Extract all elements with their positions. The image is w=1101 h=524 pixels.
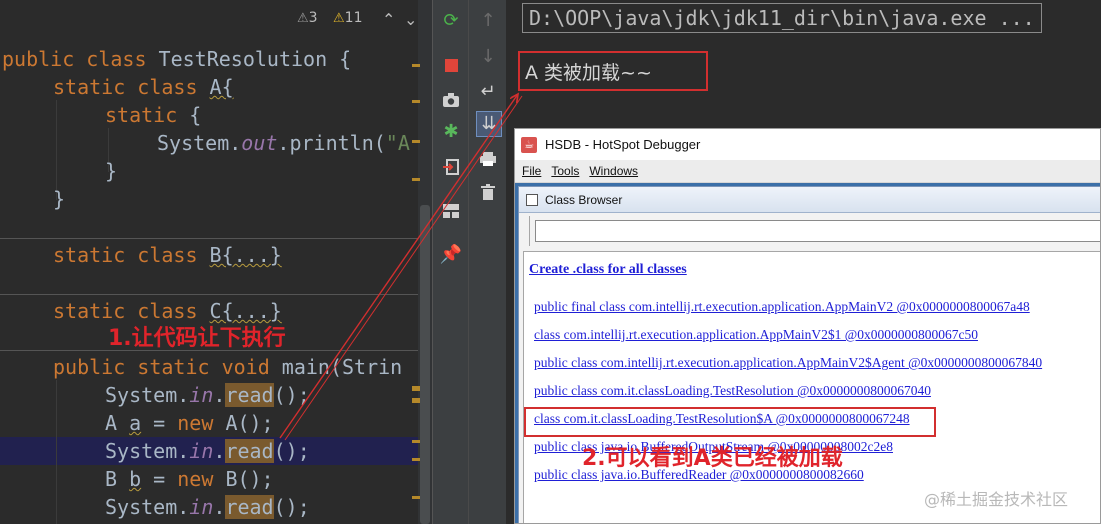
chevron-up-icon[interactable]: ⌃ [382,10,395,29]
trash-icon[interactable] [476,180,500,204]
menu-windows[interactable]: Windows [589,164,638,178]
editor-inspection-bar: ⚠3 ⚠11 ⌃ ⌄ [0,0,432,36]
error-stripe-marker[interactable] [412,178,420,181]
class-browser-frame[interactable]: Class Browser Create .class for all clas… [518,186,1100,523]
error-stripe-marker[interactable] [412,140,420,143]
print-icon[interactable] [476,147,500,171]
error-stripe-marker[interactable] [412,440,420,443]
annotation-step-2: 2.可以看到A类已经被加载 [582,446,843,471]
camera-icon[interactable] [439,88,463,112]
class-search-input[interactable] [535,220,1100,242]
code-line-11[interactable]: A a = new A(); [105,409,274,437]
arrow-down-icon[interactable]: ↓ [476,45,500,69]
console-output-line: A 类被加载~~ [518,51,708,91]
watermark: @稀土掘金技术社区 [924,490,1069,509]
error-stripe-marker[interactable] [412,496,420,499]
code-line-13[interactable]: B b = new B(); [105,465,274,493]
rerun-icon[interactable]: ⟳ [439,9,463,33]
weak-warning-icon: ⚠ [333,11,345,26]
class-browser-titlebar[interactable]: Class Browser [519,187,1100,213]
error-stripe-marker[interactable] [412,398,420,403]
window-icon [526,193,538,206]
code-line-7[interactable]: static class B{...} [53,241,282,269]
class-browser-splitter [521,216,530,246]
console-toolbar: ↑ ↓ ↵ ⇊ [468,0,508,524]
warning-icon: ⚠ [297,11,309,26]
class-list-pane[interactable]: Create .class for all classes public fin… [523,251,1100,523]
class-link-testresolution[interactable]: public class com.it.classLoading.TestRes… [534,383,931,399]
stop-icon[interactable] [439,53,463,77]
code-line-6[interactable]: } [53,185,65,213]
code-editor[interactable]: ⚠3 ⚠11 ⌃ ⌄ public class TestResolution {… [0,0,432,524]
editor-scrollbar-thumb[interactable] [420,205,430,524]
hsdb-window-title: HSDB - HotSpot Debugger [545,137,701,152]
code-line-10[interactable]: System.in.read(); [105,381,310,409]
error-stripe-marker[interactable] [412,64,420,67]
code-line-4[interactable]: System.out.println("A [157,129,410,157]
highlight-box-class-a [524,407,936,437]
hsdb-titlebar[interactable]: ☕ HSDB - HotSpot Debugger [515,129,1100,160]
soft-wrap-icon[interactable]: ↵ [476,80,500,104]
weak-warnings-indicator[interactable]: ⚠11 [333,10,362,26]
error-stripe-marker[interactable] [412,100,420,103]
code-line-5[interactable]: } [105,157,117,185]
code-line-9[interactable]: public static void main(Strin [53,353,402,381]
annotation-step-1: 1.让代码让下执行 [108,326,286,351]
class-link-appmainv2-1[interactable]: class com.intellij.rt.execution.applicat… [534,327,978,343]
arrow-up-icon[interactable]: ↑ [476,9,500,33]
class-link-appmainv2[interactable]: public final class com.intellij.rt.execu… [534,299,1030,315]
menu-file[interactable]: File [522,164,541,178]
layout-icon[interactable] [439,199,463,223]
exit-icon[interactable] [439,155,463,179]
class-link-appmainv2-agent[interactable]: public class com.intellij.rt.execution.a… [534,355,1042,371]
menu-tools[interactable]: Tools [551,164,579,178]
error-stripe-marker[interactable] [412,458,420,461]
java-app-icon: ☕ [521,136,537,153]
pin-icon[interactable]: 📌 [439,243,463,267]
hsdb-menubar: File Tools Windows [515,160,1100,183]
class-browser-title: Class Browser [545,192,623,207]
create-class-for-all-link[interactable]: Create .class for all classes [529,262,687,278]
code-line-2[interactable]: static class A{ [53,73,234,101]
error-stripe-marker[interactable] [412,386,420,391]
code-line-12[interactable]: System.in.read(); [105,437,310,465]
code-line-14[interactable]: System.in.read(); [105,493,310,521]
code-line-3[interactable]: static { [105,101,201,129]
method-separator [0,294,420,295]
warnings-indicator[interactable]: ⚠3 [297,10,318,26]
console-command-line: D:\OOP\java\jdk\jdk11_dir\bin\java.exe .… [522,3,1042,33]
run-tool-window-toolbar: ⟳ ✱ 📌 [432,0,469,524]
chevron-down-icon[interactable]: ⌄ [404,10,417,29]
code-line-1[interactable]: public class TestResolution { [2,45,351,73]
indent-guide [56,380,57,524]
scroll-to-end-icon[interactable]: ⇊ [476,111,502,137]
method-separator [0,238,420,239]
hsdb-desktop-pane: Class Browser Create .class for all clas… [515,183,1100,523]
debug-icon[interactable]: ✱ [439,120,463,144]
